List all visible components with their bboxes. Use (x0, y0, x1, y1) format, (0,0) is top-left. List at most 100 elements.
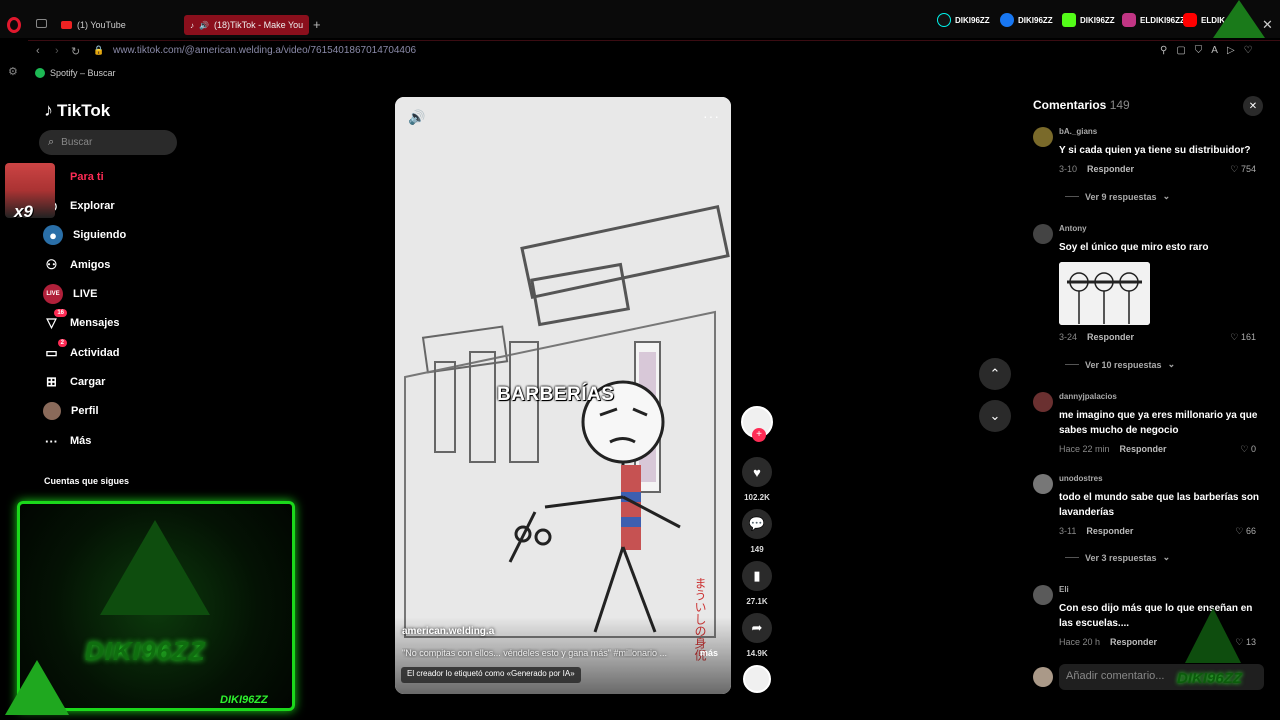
video-options-icon[interactable]: ··· (703, 108, 720, 124)
pin-icon[interactable]: ⚲ (1160, 45, 1167, 56)
follow-plus-icon[interactable]: + (752, 428, 766, 442)
comment-icon: 💬 (742, 509, 772, 539)
avatar[interactable] (1033, 474, 1053, 494)
avatar[interactable] (1033, 392, 1053, 412)
comment-user[interactable]: unodostres (1059, 474, 1103, 483)
view-replies-button[interactable]: Ver 9 respuestas ⌄ (1065, 191, 1170, 202)
comments-count: 149 (1109, 98, 1130, 112)
volume-icon[interactable]: 🔊 (408, 109, 425, 126)
share-button[interactable]: ➦ 14.9K (741, 613, 773, 658)
sidebar-item-actividad[interactable]: ▭ 2 Actividad (43, 338, 120, 364)
view-replies-button[interactable]: Ver 10 respuestas ⌄ (1065, 359, 1175, 370)
comment-like-count: 13 (1245, 637, 1256, 647)
creator-avatar-button[interactable]: + (741, 406, 773, 442)
comment-meta: 3-24 Responder (1059, 332, 1134, 342)
watermark-text: DIKI96ZZ (1177, 670, 1243, 687)
new-tab-button[interactable]: + (313, 17, 321, 32)
comment-user[interactable]: bA._gians (1059, 127, 1097, 136)
sidebar-item-label: Amigos (70, 259, 111, 271)
reply-button[interactable]: Responder (1120, 444, 1167, 454)
music-disc-icon (743, 665, 771, 693)
brand-name: TikTok (57, 100, 111, 120)
avatar[interactable] (1033, 224, 1053, 244)
play-icon[interactable]: ▷ (1227, 45, 1235, 56)
comment-like[interactable]: ♡ 161 (1230, 332, 1256, 343)
social-label: DIKI96ZZ (1080, 15, 1115, 25)
sidebar-item-cargar[interactable]: ⊞ Cargar (43, 371, 105, 393)
search-placeholder: Buscar (61, 137, 93, 148)
comment-date: Hace 22 min (1059, 444, 1110, 454)
video-author[interactable]: american.welding.a (402, 626, 494, 637)
view-replies-label: Ver 10 respuestas (1085, 359, 1162, 370)
reply-button[interactable]: Responder (1087, 332, 1134, 342)
back-icon[interactable]: ‹ (36, 45, 40, 57)
social-instagram: ELDIKI96ZZ (1122, 12, 1185, 28)
avatar: + (741, 406, 773, 442)
video-description: "No compitas con ellos... véndeles esto … (402, 648, 668, 658)
heart-icon: ♥ (742, 457, 772, 487)
close-comments-button[interactable]: ✕ (1243, 96, 1263, 116)
tiktok-small-icon: ♪ (190, 20, 194, 30)
messages-icon: ▽ 16 (43, 308, 67, 332)
opera-icon[interactable] (7, 17, 21, 33)
search-input[interactable]: ⌕ Buscar (39, 130, 177, 155)
streamer-logo-icon (1213, 0, 1265, 38)
sidebar-toggle-icon[interactable]: ⚙ (8, 65, 18, 78)
sidebar-item-perfil[interactable]: Perfil (43, 400, 99, 422)
reload-icon[interactable]: ↻ (71, 45, 80, 58)
comment-like[interactable]: ♡ 0 (1240, 444, 1256, 455)
previous-video-button[interactable]: ⌃ (979, 358, 1011, 390)
close-window-icon[interactable]: ✕ (1262, 17, 1273, 33)
video-more-link[interactable]: más (700, 648, 718, 658)
comment-text: Soy el único que miro esto raro (1059, 242, 1209, 253)
reply-button[interactable]: Responder (1087, 164, 1134, 174)
search-icon: ⌕ (48, 136, 55, 148)
comment-like[interactable]: ♡ 66 (1235, 526, 1256, 537)
live-icon: LIVE (43, 284, 63, 304)
shield-icon[interactable]: ⛉ (1195, 45, 1203, 56)
reply-button[interactable]: Responder (1086, 526, 1133, 536)
comment-button[interactable]: 💬 149 (741, 509, 773, 554)
chevron-down-icon: ⌄ (1167, 359, 1176, 369)
view-replies-label: Ver 9 respuestas (1085, 191, 1157, 202)
forward-icon[interactable]: › (55, 45, 59, 57)
avatar[interactable] (1033, 585, 1053, 605)
tab-youtube[interactable]: (1) YouTube (55, 15, 132, 35)
comment-image (1059, 262, 1150, 325)
comment-meta: Hace 22 min Responder (1059, 444, 1167, 454)
cam-emblem-icon (100, 520, 210, 615)
snapshot-icon[interactable]: ▢ (1176, 45, 1185, 56)
sidebar-item-mensajes[interactable]: ▽ 16 Mensajes (43, 308, 120, 334)
reply-button[interactable]: Responder (1110, 637, 1157, 647)
workspace-icon[interactable] (36, 19, 47, 28)
avatar[interactable] (1033, 127, 1053, 147)
chevron-down-icon: ⌄ (1162, 191, 1171, 201)
url-field[interactable]: www.tiktok.com/@american.welding.a/video… (113, 45, 416, 56)
sidebar-item-siguiendo[interactable]: ● Siguiendo (43, 224, 126, 246)
youtube-icon (61, 21, 72, 29)
sidebar-item-label: LIVE (73, 288, 98, 300)
heart-icon[interactable]: ♡ (1244, 45, 1253, 56)
tab-tiktok[interactable]: ♪ 🔊 (18)TikTok - Make You (184, 15, 309, 35)
comment-like[interactable]: ♡ 754 (1230, 164, 1256, 175)
sound-disc-button[interactable] (741, 665, 773, 693)
lock-icon: 🔒 (93, 45, 105, 55)
view-replies-button[interactable]: Ver 3 respuestas ⌄ (1065, 552, 1170, 563)
comment-user[interactable]: Eli (1059, 585, 1069, 594)
sidebar-item-amigos[interactable]: ⚇ Amigos (43, 254, 111, 276)
extension-toolbar: ⚲ ▢ ⛉ A ▷ ♡ (1160, 45, 1253, 56)
sidebar-item-live[interactable]: LIVE LIVE (43, 283, 97, 305)
like-button[interactable]: ♥ 102.2K (741, 457, 773, 502)
next-video-button[interactable]: ⌄ (979, 400, 1011, 432)
tiktok-logo[interactable]: ♪ TikTok (44, 100, 110, 121)
bookmark-spotify[interactable]: Spotify – Buscar (35, 68, 116, 78)
sidebar-item-label: Más (70, 435, 92, 447)
comment-user[interactable]: dannyjpalacios (1059, 392, 1117, 401)
save-button[interactable]: ▮ 27.1K (741, 561, 773, 606)
cam-signature: DIKI96ZZ (220, 694, 268, 706)
comments-title: Comentarios 149 (1033, 98, 1130, 112)
comment-user[interactable]: Antony (1059, 224, 1087, 233)
youtube-icon (1183, 13, 1197, 27)
sidebar-item-mas[interactable]: ··· Más (43, 430, 91, 452)
translate-icon[interactable]: A (1211, 45, 1218, 56)
